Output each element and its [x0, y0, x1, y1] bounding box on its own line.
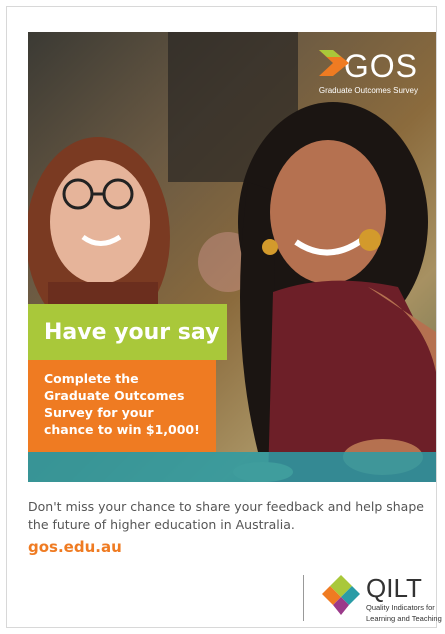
promo-line: Complete the — [44, 371, 139, 386]
promo-line: Survey for your — [44, 405, 154, 420]
promo-line: chance to win $1,000! — [44, 422, 200, 437]
website-link[interactable]: gos.edu.au — [28, 538, 122, 556]
promo-box: Complete the Graduate Outcomes Survey fo… — [28, 360, 216, 452]
teal-band — [28, 452, 436, 482]
qilt-name: QILT — [366, 573, 422, 603]
qilt-tagline-1: Quality Indicators for — [366, 603, 435, 612]
footer-divider — [303, 575, 304, 621]
qilt-tagline-2: Learning and Teaching — [366, 614, 442, 623]
gos-subtitle: Graduate Outcomes Survey — [318, 86, 418, 95]
promo-line: Graduate Outcomes — [44, 388, 185, 403]
qilt-logo: QILT Quality Indicators for Learning and… — [322, 575, 442, 623]
gos-chevron-icon — [318, 50, 349, 76]
gos-logo: GOS Graduate Outcomes Survey — [318, 48, 418, 95]
gos-brand-text: GOS — [343, 48, 418, 84]
headline-banner: Have your say — [28, 304, 227, 360]
qilt-diamond-icon — [322, 575, 360, 615]
body-text: Don't miss your chance to share your fee… — [28, 499, 424, 532]
